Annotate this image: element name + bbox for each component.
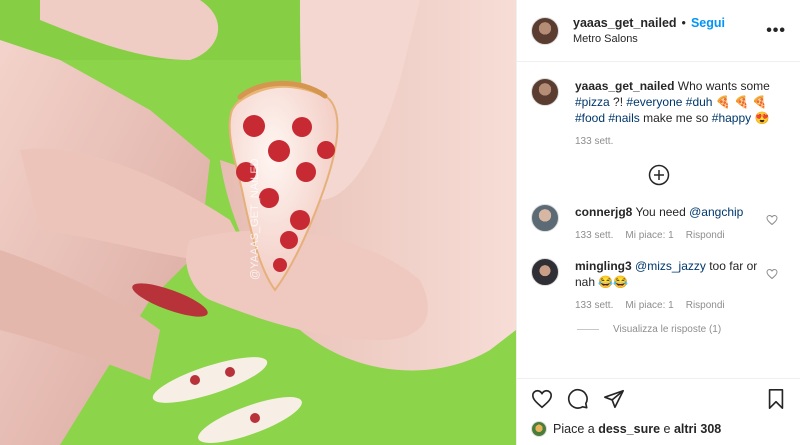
instagram-post-modal: @YAAAS_GET_NAILED yaaas_get_nailed • Seg… xyxy=(0,0,800,445)
likes-prefix: Piace a xyxy=(553,422,595,436)
heart-icon[interactable] xyxy=(766,268,778,280)
reply-button[interactable]: Rispondi xyxy=(686,298,725,314)
commenter-avatar[interactable] xyxy=(531,258,559,286)
pizza-nail-image: @YAAAS_GET_NAILED xyxy=(0,0,516,445)
view-replies-label[interactable]: Visualizza le risposte (1) xyxy=(613,324,721,335)
view-replies-button[interactable]: Visualizza le risposte (1) xyxy=(577,324,786,335)
comment-likes[interactable]: Mi piace: 1 xyxy=(625,228,673,244)
comment-icon[interactable] xyxy=(567,388,589,410)
caption-text: Who wants some xyxy=(677,79,770,93)
post-actions: Piace a dess_sure e altri 308 xyxy=(517,378,800,445)
hashtag-pizza[interactable]: #pizza xyxy=(575,95,610,109)
hashtag-duh[interactable]: #duh xyxy=(686,95,713,109)
post-location[interactable]: Metro Salons xyxy=(573,33,725,45)
author-avatar[interactable] xyxy=(531,16,559,45)
bookmark-icon[interactable] xyxy=(765,388,787,410)
hashtag-nails[interactable]: #nails xyxy=(608,111,639,125)
comment-username[interactable]: mingling3 xyxy=(575,259,632,273)
caption: yaaas_get_nailed Who wants some #pizza ?… xyxy=(531,78,786,150)
commenter-avatar[interactable] xyxy=(531,204,559,232)
author-username[interactable]: yaaas_get_nailed xyxy=(573,16,677,30)
comment: mingling3 @mizs_jazzy too far or nah 😂😂 … xyxy=(531,258,786,314)
comment-mention[interactable]: @angchip xyxy=(689,205,743,219)
likes-others[interactable]: altri 308 xyxy=(674,422,721,436)
comment-username[interactable]: connerjg8 xyxy=(575,205,632,219)
comment-mention[interactable]: @mizs_jazzy xyxy=(635,259,706,273)
follow-button[interactable]: Segui xyxy=(691,16,725,30)
more-icon[interactable]: ••• xyxy=(766,22,786,40)
comment-time[interactable]: 133 sett. xyxy=(575,298,613,314)
heart-icon[interactable] xyxy=(531,388,553,410)
comment-time[interactable]: 133 sett. xyxy=(575,228,613,244)
hashtag-happy[interactable]: #happy xyxy=(712,111,751,125)
caption-emoji-pizza: 🍕 🍕 🍕 xyxy=(715,95,768,109)
liker-username[interactable]: dess_sure xyxy=(598,422,660,436)
likes-summary[interactable]: Piace a dess_sure e altri 308 xyxy=(531,421,787,437)
comment-text: You need xyxy=(635,205,686,219)
replies-divider xyxy=(577,329,599,330)
hashtag-food[interactable]: #food xyxy=(575,111,605,125)
post-header: yaaas_get_nailed • Segui Metro Salons ••… xyxy=(517,0,800,62)
load-more-comments[interactable] xyxy=(531,164,786,186)
add-circle-icon[interactable] xyxy=(648,164,670,186)
caption-emoji-heart-eyes: 😍 xyxy=(754,111,770,125)
caption-time[interactable]: 133 sett. xyxy=(575,134,613,150)
liker-avatar[interactable] xyxy=(531,421,547,437)
comment-likes[interactable]: Mi piace: 1 xyxy=(625,298,673,314)
caption-text-2: make me so xyxy=(643,111,709,125)
image-watermark: @YAAAS_GET_NAILED xyxy=(249,158,261,280)
comment: connerjg8 You need @angchip 133 sett. Mi… xyxy=(531,204,786,244)
caption-avatar[interactable] xyxy=(531,78,559,106)
caption-punct: ?! xyxy=(613,95,624,109)
share-icon[interactable] xyxy=(603,388,625,410)
post-photo[interactable]: @YAAAS_GET_NAILED xyxy=(0,0,516,445)
separator-dot: • xyxy=(681,16,686,30)
reply-button[interactable]: Rispondi xyxy=(686,228,725,244)
hashtag-everyone[interactable]: #everyone xyxy=(626,95,682,109)
caption-username[interactable]: yaaas_get_nailed xyxy=(575,79,674,93)
heart-icon[interactable] xyxy=(766,214,778,226)
comments-list: yaaas_get_nailed Who wants some #pizza ?… xyxy=(517,62,800,335)
likes-middle: e xyxy=(663,422,671,436)
post-side-panel: yaaas_get_nailed • Segui Metro Salons ••… xyxy=(516,0,800,445)
